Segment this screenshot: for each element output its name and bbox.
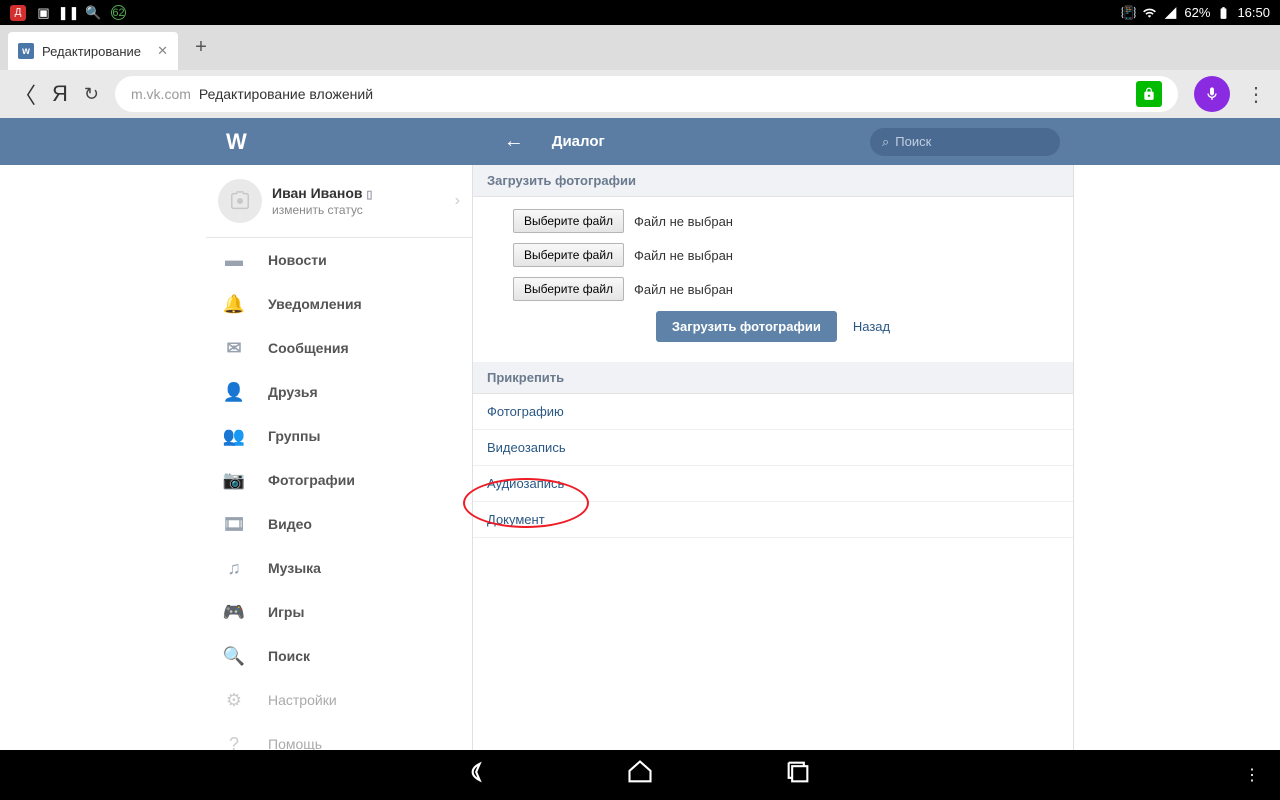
browser-back-button[interactable]: 〈 xyxy=(14,78,36,110)
camera-icon: 📷 xyxy=(224,470,244,490)
attach-document[interactable]: Документ xyxy=(473,502,1073,538)
sync-icon: 62 xyxy=(111,5,126,20)
file-status-1: Файл не выбран xyxy=(634,214,733,229)
choose-file-button-3[interactable]: Выберите файл xyxy=(513,277,624,301)
sidebar-item-music[interactable]: ♫Музыка xyxy=(206,546,472,590)
sidebar-item-messages[interactable]: ✉Сообщения xyxy=(206,326,472,370)
browser-menu-button[interactable]: ⋮ xyxy=(1246,82,1266,107)
android-nav-bar: ⋮ xyxy=(0,750,1280,800)
app-badge-icon: Д xyxy=(10,5,26,21)
clock: 16:50 xyxy=(1237,5,1270,20)
search-status-icon: 🔍 xyxy=(86,5,101,20)
person-icon: 👤 xyxy=(224,382,244,402)
profile-status: изменить статус xyxy=(272,203,372,217)
voice-search-button[interactable] xyxy=(1194,76,1230,112)
android-home-button[interactable] xyxy=(626,758,654,793)
android-recent-button[interactable] xyxy=(784,758,812,793)
sidebar-item-friends[interactable]: 👤Друзья xyxy=(206,370,472,414)
profile-link[interactable]: Иван Иванов ▯ изменить статус › xyxy=(206,165,472,238)
file-input-row-2: Выберите файл Файл не выбран xyxy=(513,243,1033,267)
ssl-lock-icon xyxy=(1136,81,1162,107)
avatar xyxy=(218,179,262,223)
people-icon: 👥 xyxy=(224,426,244,446)
sidebar-item-groups[interactable]: 👥Группы xyxy=(206,414,472,458)
chevron-right-icon: › xyxy=(455,192,460,210)
battery-percent: 62% xyxy=(1184,5,1210,20)
new-tab-button[interactable]: + xyxy=(186,33,216,63)
attach-video[interactable]: Видеозапись xyxy=(473,430,1073,466)
tab-title: Редактирование xyxy=(42,44,141,59)
browser-tabs: w Редактирование ✕ + xyxy=(0,25,1280,70)
magnifier-icon: 🔍 xyxy=(224,646,244,666)
back-link[interactable]: Назад xyxy=(853,319,890,334)
sidebar-item-settings[interactable]: ⚙Настройки xyxy=(206,678,472,722)
gamepad-icon: 🎮 xyxy=(224,602,244,622)
vk-logo-icon[interactable]: W xyxy=(226,129,246,155)
choose-file-button-2[interactable]: Выберите файл xyxy=(513,243,624,267)
choose-file-button-1[interactable]: Выберите файл xyxy=(513,209,624,233)
attach-audio[interactable]: Аудиозапись xyxy=(473,466,1073,502)
search-icon: ⌕ xyxy=(882,134,889,150)
attach-photo[interactable]: Фотографию xyxy=(473,394,1073,430)
status-bar: Д ▣ ❚❚ 🔍 62 📳 62% 16:50 xyxy=(0,0,1280,25)
sidebar-item-news[interactable]: ▬Новости xyxy=(206,238,472,282)
tab-vk[interactable]: w Редактирование ✕ xyxy=(8,32,178,70)
mobile-icon: ▯ xyxy=(366,189,372,201)
bell-icon: 🔔 xyxy=(224,294,244,314)
sidebar-item-games[interactable]: 🎮Игры xyxy=(206,590,472,634)
file-status-3: Файл не выбран xyxy=(634,282,733,297)
url-host: m.vk.com xyxy=(131,86,191,102)
android-menu-button[interactable]: ⋮ xyxy=(1244,765,1260,785)
android-back-button[interactable] xyxy=(468,758,496,793)
film-icon: 🎞 xyxy=(224,514,244,534)
vk-favicon-icon: w xyxy=(18,43,34,59)
envelope-icon: ✉ xyxy=(224,338,244,358)
dialog-back-button[interactable]: ← xyxy=(504,130,524,153)
close-icon[interactable]: ✕ xyxy=(157,43,168,59)
vibrate-icon: 📳 xyxy=(1121,5,1136,20)
signal-icon xyxy=(1163,5,1178,20)
upload-photos-button[interactable]: Загрузить фотографии xyxy=(656,311,837,342)
sidebar: Иван Иванов ▯ изменить статус › ▬Новости… xyxy=(206,165,472,750)
pause-icon: ❚❚ xyxy=(61,5,76,20)
wifi-icon xyxy=(1142,5,1157,20)
url-bar[interactable]: m.vk.com Редактирование вложений xyxy=(115,76,1178,112)
vk-header: W ← Диалог ⌕ Поиск xyxy=(0,118,1280,165)
gallery-icon: ▣ xyxy=(36,5,51,20)
sidebar-item-notifications[interactable]: 🔔Уведомления xyxy=(206,282,472,326)
attach-section-header: Прикрепить xyxy=(473,362,1073,394)
file-input-row-3: Выберите файл Файл не выбран xyxy=(513,277,1033,301)
sidebar-item-search[interactable]: 🔍Поиск xyxy=(206,634,472,678)
music-icon: ♫ xyxy=(224,558,244,578)
browser-toolbar: 〈 Я ↻ m.vk.com Редактирование вложений ⋮ xyxy=(0,70,1280,118)
news-icon: ▬ xyxy=(224,250,244,270)
upload-section-header: Загрузить фотографии xyxy=(473,165,1073,197)
sidebar-item-video[interactable]: 🎞Видео xyxy=(206,502,472,546)
page-title: Диалог xyxy=(552,133,605,150)
file-input-row-1: Выберите файл Файл не выбран xyxy=(513,209,1033,233)
main-content: Загрузить фотографии Выберите файл Файл … xyxy=(472,165,1074,750)
battery-icon xyxy=(1216,5,1231,20)
search-input[interactable]: ⌕ Поиск xyxy=(870,128,1060,156)
search-placeholder: Поиск xyxy=(895,134,931,149)
profile-name: Иван Иванов ▯ xyxy=(272,185,372,201)
sidebar-item-photos[interactable]: 📷Фотографии xyxy=(206,458,472,502)
reload-button[interactable]: ↻ xyxy=(84,84,99,105)
gear-icon: ⚙ xyxy=(224,690,244,710)
yandex-logo-icon[interactable]: Я xyxy=(52,81,68,107)
file-status-2: Файл не выбран xyxy=(634,248,733,263)
url-title: Редактирование вложений xyxy=(199,86,373,102)
